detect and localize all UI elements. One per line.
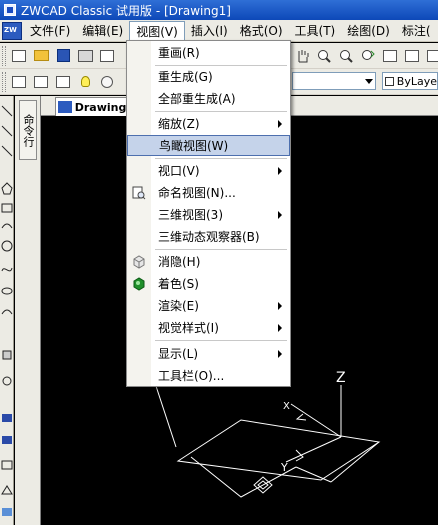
menu-aerial-view[interactable]: 鸟瞰视图(W) [127,135,290,156]
menu-viewports-label: 视口(V) [158,164,200,178]
menu-visual-styles[interactable]: 视觉样式(I) [127,317,290,338]
menu-render[interactable]: 渲染(E) [127,295,290,316]
menu-draw[interactable]: 绘图(D) [341,21,396,41]
menu-shade[interactable]: 着色(S) [127,273,290,294]
title-bar: ZWCAD Classic 试用版 - [Drawing1] [0,0,438,20]
menu-named-views[interactable]: 命名视图(N)... [127,182,290,203]
menu-visual-styles-label: 视觉样式(I) [158,321,219,335]
submenu-arrow-icon [278,324,282,332]
named-view-icon [132,186,146,200]
zoom-realtime-icon[interactable] [314,46,334,66]
x-axis-label: X [283,401,290,412]
tab-drawing1[interactable]: Drawing1 [55,97,135,116]
submenu-arrow-icon [278,167,282,175]
menu-render-label: 渲染(E) [158,299,199,313]
properties-icon[interactable] [380,46,400,66]
menu-view[interactable]: 视图(V) [129,20,185,41]
menu-format[interactable]: 格式(O) [234,21,289,41]
menu-edit[interactable]: 编辑(E) [76,21,129,41]
menu-redraw[interactable]: 重画(R) [127,42,290,63]
design-center-icon[interactable] [402,46,422,66]
layer-combo[interactable] [292,72,376,90]
print-icon[interactable] [75,46,95,66]
submenu-arrow-icon [278,120,282,128]
menu-named-views-label: 命名视图(N)... [158,186,236,200]
toolbar-grip-2[interactable] [2,71,6,92]
layer-manager-icon[interactable] [9,72,29,92]
layer-on-icon[interactable] [75,72,95,92]
tool-palette-icon[interactable] [424,46,438,66]
menu-separator [155,111,287,112]
menu-hide[interactable]: 消隐(H) [127,251,290,272]
zoom-window-icon[interactable] [336,46,356,66]
menu-hide-label: 消隐(H) [158,255,201,269]
menu-3d-views[interactable]: 三维视图(3) [127,204,290,225]
menu-3d-orbit-label: 三维动态观察器(B) [158,230,260,244]
hide-icon [133,255,145,269]
menu-zoom-label: 缩放(Z) [158,117,200,131]
app-window: ZWCAD Classic 试用版 - [Drawing1] 文件(F) 编辑(… [0,0,438,525]
submenu-arrow-icon [278,350,282,358]
pan-icon[interactable] [292,46,312,66]
open-icon[interactable] [31,46,51,66]
preview-icon[interactable] [97,46,117,66]
menu-regen-label: 重生成(G) [158,70,213,84]
menu-redraw-label: 重画(R) [158,46,200,60]
draw-toolbar-icons[interactable] [0,96,14,525]
menu-viewports[interactable]: 视口(V) [127,160,290,181]
command-line-tab[interactable]: 命令行 [19,100,37,160]
menu-insert[interactable]: 插入(I) [185,21,234,41]
layer-state-icon[interactable] [31,72,51,92]
menu-aerial-view-label: 鸟瞰视图(W) [159,139,229,153]
menu-zoom[interactable]: 缩放(Z) [127,113,290,134]
layer-thaw-icon[interactable] [97,72,117,92]
menu-separator [155,158,287,159]
menu-toolbars-label: 工具栏(O)... [158,369,225,383]
toolbar-grip[interactable] [2,45,6,66]
view-menu-dropdown: 重画(R) 重生成(G) 全部重生成(A) 缩放(Z) 鸟瞰视图(W) 视口(V… [126,40,291,387]
menu-tools[interactable]: 工具(T) [289,21,342,41]
menu-display-label: 显示(L) [158,347,199,361]
shade-icon [133,277,145,291]
submenu-arrow-icon [278,211,282,219]
right-toolbar [292,43,438,69]
menu-separator [155,249,287,250]
save-icon[interactable] [53,46,73,66]
submenu-arrow-icon [278,302,282,310]
color-swatch [385,76,394,86]
menu-3d-views-label: 三维视图(3) [158,208,223,222]
app-logo-icon [4,4,16,16]
color-control[interactable]: ByLaye [382,72,438,90]
menu-3d-orbit[interactable]: 三维动态观察器(B) [127,226,290,247]
new-icon[interactable] [9,46,29,66]
y-axis-label: Y [280,461,288,474]
menu-display[interactable]: 显示(L) [127,343,290,364]
menu-file[interactable]: 文件(F) [24,21,76,41]
menu-regen[interactable]: 重生成(G) [127,66,290,87]
window-title: ZWCAD Classic 试用版 - [Drawing1] [21,3,231,18]
zoom-previous-icon[interactable] [358,46,378,66]
menu-separator [155,340,287,341]
menu-shade-label: 着色(S) [158,277,199,291]
menu-regen-all-label: 全部重生成(A) [158,92,236,106]
draw-toolbar [0,96,14,525]
chevron-down-icon [365,79,373,84]
menu-dimension[interactable]: 标注( [396,21,437,41]
layer-previous-icon[interactable] [53,72,73,92]
document-icon[interactable] [2,21,22,40]
bylayer-label: ByLaye [396,74,437,88]
menu-regen-all[interactable]: 全部重生成(A) [127,88,290,109]
menu-bar: 文件(F) 编辑(E) 视图(V) 插入(I) 格式(O) 工具(T) 绘图(D… [0,20,438,42]
drawing-icon [58,101,72,113]
menu-toolbars[interactable]: 工具栏(O)... [127,365,290,386]
left-panel [15,96,41,525]
z-axis-label: Z [336,370,346,386]
